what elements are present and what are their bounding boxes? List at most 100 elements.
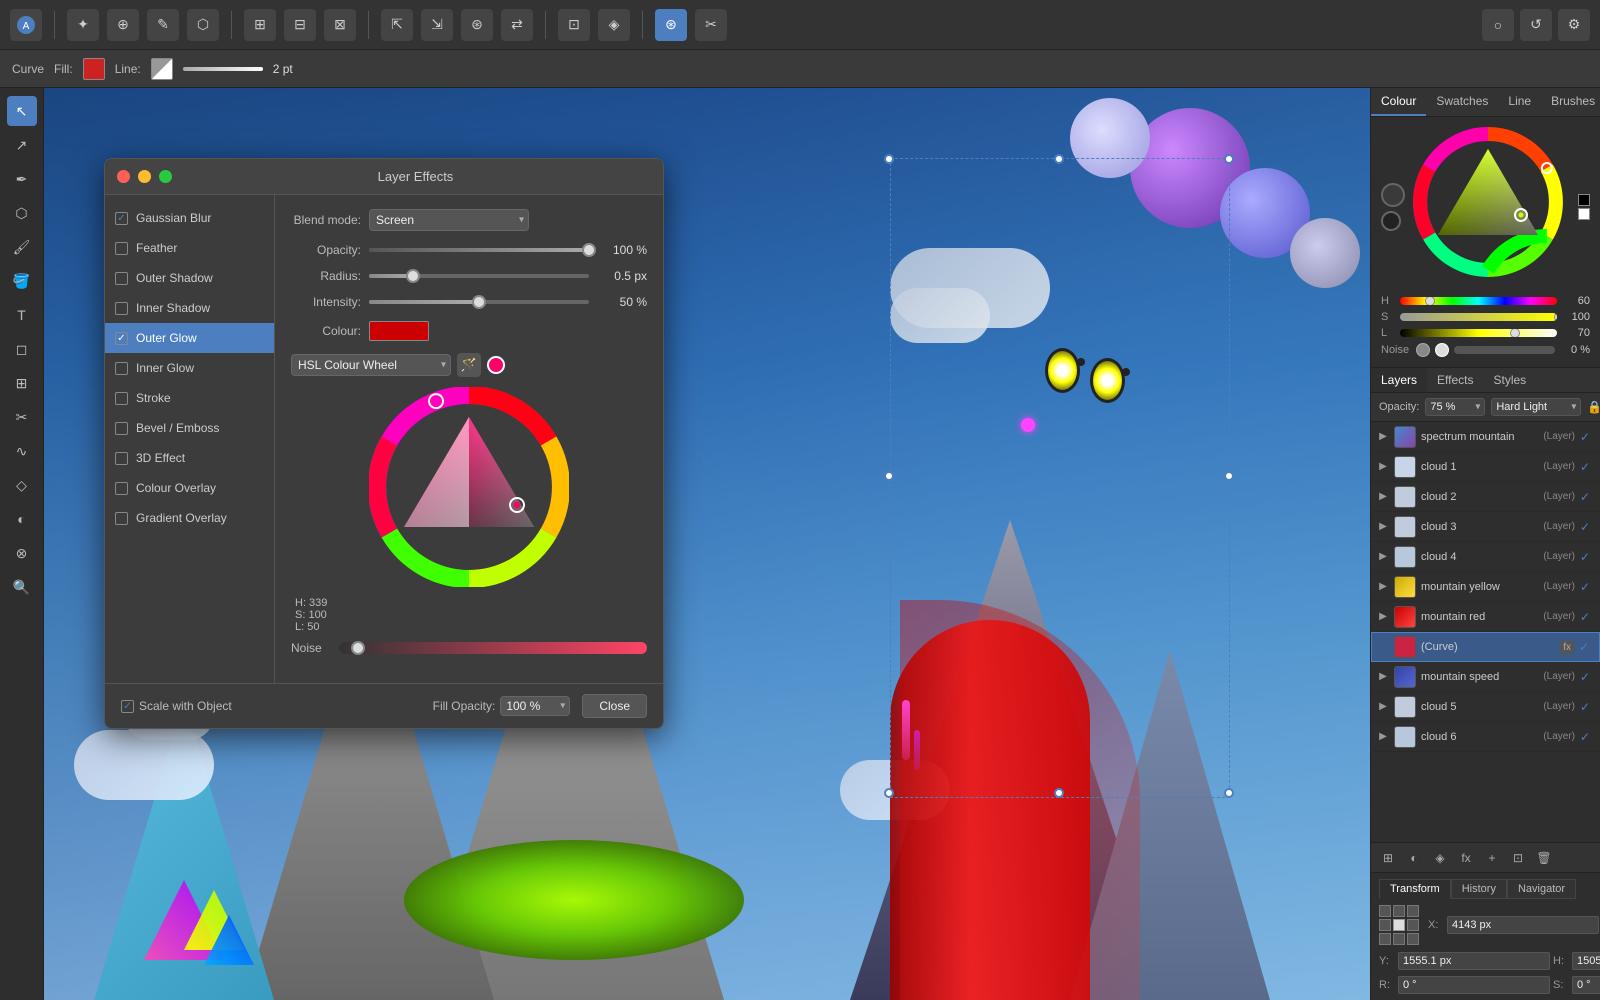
tool-vector-brush[interactable]: ∿: [7, 436, 37, 466]
colour-wheel-container[interactable]: [291, 387, 647, 587]
blend-mode-select[interactable]: Screen Normal Multiply Hard Light Overla…: [369, 209, 529, 231]
effect-outer-glow[interactable]: ✓ Outer Glow: [105, 323, 274, 353]
opacity-track[interactable]: [369, 248, 589, 252]
pos-tm[interactable]: [1393, 905, 1405, 917]
layer-vis-ms[interactable]: ✓: [1580, 670, 1594, 684]
tab-swatches[interactable]: Swatches: [1426, 88, 1498, 116]
tab-colour[interactable]: Colour: [1371, 88, 1426, 116]
layer-cloud6[interactable]: ▶ cloud 6 (Layer) ✓: [1371, 722, 1600, 752]
outer-glow-check[interactable]: ✓: [115, 332, 128, 345]
layer-delete-icon[interactable]: 🗑: [1533, 847, 1555, 869]
layer-spectrum-mountain[interactable]: ▶ spectrum mountain (Layer) ✓: [1371, 422, 1600, 452]
tool-node-left[interactable]: ⬡: [7, 198, 37, 228]
inner-shadow-check[interactable]: [115, 302, 128, 315]
transform-tab-navigator[interactable]: Navigator: [1507, 879, 1576, 899]
colour-overlay-check[interactable]: [115, 482, 128, 495]
handle-tr[interactable]: [1224, 154, 1234, 164]
noise-panel-circle2[interactable]: [1435, 343, 1449, 357]
canvas-area[interactable]: Layer Effects ✓ Gaussian Blur Feather O: [44, 88, 1370, 1000]
effect-inner-glow[interactable]: Inner Glow: [105, 353, 274, 383]
handle-tl[interactable]: [884, 154, 894, 164]
tool-direct-select[interactable]: ↗: [7, 130, 37, 160]
layer-expand-icon-c3[interactable]: ▶: [1377, 521, 1389, 533]
tool-artboard[interactable]: ⊞: [7, 368, 37, 398]
pos-tr[interactable]: [1407, 905, 1419, 917]
min-traffic-light[interactable]: [138, 170, 151, 183]
layer-vis-my[interactable]: ✓: [1580, 580, 1594, 594]
tool-settings[interactable]: ⚙: [1558, 9, 1590, 41]
layer-curve[interactable]: (Curve) fx ✓: [1371, 632, 1600, 662]
layer-vis-spectrum[interactable]: ✓: [1580, 430, 1594, 444]
layer-fx-icon[interactable]: fx: [1455, 847, 1477, 869]
tool-brush[interactable]: ⊛: [655, 9, 687, 41]
layer-expand-icon[interactable]: ▶: [1377, 431, 1389, 443]
layer-vis-c4[interactable]: ✓: [1580, 550, 1594, 564]
layer-expand-icon-c5[interactable]: ▶: [1377, 701, 1389, 713]
layer-cloud4[interactable]: ▶ cloud 4 (Layer) ✓: [1371, 542, 1600, 572]
tool-transform[interactable]: ⊟: [284, 9, 316, 41]
gaussian-blur-check[interactable]: ✓: [115, 212, 128, 225]
layer-opacity-select[interactable]: 75 % 100 % 50 %: [1425, 398, 1485, 416]
x-input[interactable]: [1447, 916, 1599, 934]
layer-duplicate-icon[interactable]: ⊡: [1507, 847, 1529, 869]
l-thumb[interactable]: [1510, 329, 1520, 337]
gradient-overlay-check[interactable]: [115, 512, 128, 525]
l-track[interactable]: [1400, 329, 1557, 337]
hsl-wheel-svg[interactable]: [369, 387, 569, 587]
layer-vis-curve[interactable]: ✓: [1579, 640, 1593, 654]
tool-node[interactable]: ⊕: [107, 9, 139, 41]
tool-transparency[interactable]: ⊗: [7, 538, 37, 568]
effect-stroke[interactable]: Stroke: [105, 383, 274, 413]
tool-crop[interactable]: ⊠: [324, 9, 356, 41]
scale-checkbox[interactable]: ✓: [121, 700, 134, 713]
layer-mask-icon[interactable]: ◐: [1403, 847, 1425, 869]
y-input[interactable]: [1398, 952, 1550, 970]
layer-expand-icon-mr[interactable]: ▶: [1377, 611, 1389, 623]
close-traffic-light[interactable]: [117, 170, 130, 183]
tool-distribute[interactable]: ⊛: [461, 9, 493, 41]
outer-shadow-check[interactable]: [115, 272, 128, 285]
layer-expand-icon-c2[interactable]: ▶: [1377, 491, 1389, 503]
pos-bl[interactable]: [1379, 933, 1391, 945]
layer-mountain-speed[interactable]: ▶ mountain speed (Layer) ✓: [1371, 662, 1600, 692]
layer-vis-c2[interactable]: ✓: [1580, 490, 1594, 504]
transform-tab-history[interactable]: History: [1451, 879, 1507, 899]
tool-zoom[interactable]: 🔍: [7, 572, 37, 602]
tool-slice[interactable]: ✂: [7, 402, 37, 432]
fill-opacity-select[interactable]: 100 % 75 % 50 %: [500, 696, 570, 716]
colour-preset-white[interactable]: [1578, 208, 1590, 220]
tool-select[interactable]: ✦: [67, 9, 99, 41]
lock-icon[interactable]: 🔒: [1587, 400, 1600, 414]
effect-outer-shadow[interactable]: Outer Shadow: [105, 263, 274, 293]
bevel-emboss-check[interactable]: [115, 422, 128, 435]
tool-fill[interactable]: 🪣: [7, 266, 37, 296]
tool-paint[interactable]: 🖌: [7, 232, 37, 262]
pos-ml[interactable]: [1379, 919, 1391, 931]
tool-history[interactable]: ↺: [1520, 9, 1552, 41]
tool-pen-left[interactable]: ✒: [7, 164, 37, 194]
effect-3d-effect[interactable]: 3D Effect: [105, 443, 274, 473]
tool-align-left[interactable]: ⇱: [381, 9, 413, 41]
close-button[interactable]: Close: [582, 694, 647, 718]
effect-gradient-overlay[interactable]: Gradient Overlay: [105, 503, 274, 533]
h-input[interactable]: [1572, 952, 1600, 970]
radius-track[interactable]: [369, 274, 589, 278]
layers-tab-styles[interactable]: Styles: [1484, 368, 1537, 392]
colour-swatch[interactable]: [369, 321, 429, 341]
layer-vis-mr[interactable]: ✓: [1580, 610, 1594, 624]
feather-check[interactable]: [115, 242, 128, 255]
layers-tab-effects[interactable]: Effects: [1427, 368, 1483, 392]
pos-tl[interactable]: [1379, 905, 1391, 917]
layer-blend-select[interactable]: Hard Light Normal Screen Multiply: [1491, 398, 1581, 416]
fill-colour-box[interactable]: [83, 58, 105, 80]
tool-circle[interactable]: ○: [1482, 9, 1514, 41]
layer-group-icon[interactable]: ⊞: [1377, 847, 1399, 869]
tool-text[interactable]: T: [7, 300, 37, 330]
tool-eraser[interactable]: ◇: [7, 470, 37, 500]
handle-bl[interactable]: [884, 788, 894, 798]
r-input[interactable]: [1398, 976, 1550, 994]
transform-tab-transform[interactable]: Transform: [1379, 879, 1451, 899]
tool-shape-left[interactable]: ◻: [7, 334, 37, 364]
3d-effect-check[interactable]: [115, 452, 128, 465]
pos-bm[interactable]: [1393, 933, 1405, 945]
